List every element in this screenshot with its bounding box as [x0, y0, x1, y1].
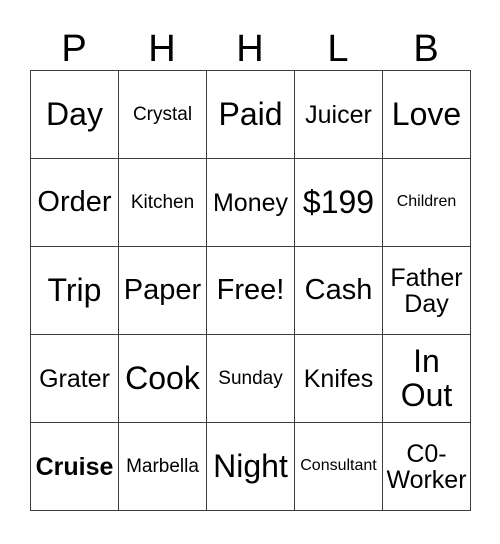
bingo-cell-label: Night: [213, 447, 288, 484]
bingo-cell-label: Day: [46, 95, 103, 132]
bingo-cell-label: Juicer: [305, 100, 372, 129]
bingo-cell[interactable]: Marbella: [118, 422, 207, 511]
bingo-cell[interactable]: Paid: [206, 70, 295, 159]
bingo-cell[interactable]: Crystal: [118, 70, 207, 159]
bingo-header-letter-2: H: [236, 28, 264, 70]
bingo-header-row: P H H L B: [30, 15, 470, 70]
bingo-cell-label: C0- Worker: [386, 439, 467, 494]
bingo-cell[interactable]: Trip: [30, 246, 119, 335]
bingo-cell[interactable]: Father Day: [382, 246, 471, 335]
bingo-row: Grater Cook Sunday Knifes In Out: [30, 334, 471, 423]
bingo-cell-label: Consultant: [300, 457, 377, 475]
bingo-grid: Day Crystal Paid Juicer Love Order Kitch…: [30, 70, 471, 511]
bingo-cell-label: Father Day: [390, 263, 463, 318]
bingo-row: Day Crystal Paid Juicer Love: [30, 70, 471, 159]
bingo-cell-label: Cash: [304, 274, 373, 307]
bingo-card: P H H L B Day Crystal Paid Juicer Love O…: [30, 15, 471, 511]
bingo-cell-label: Crystal: [132, 103, 193, 125]
bingo-header-letter-3: L: [327, 28, 349, 70]
bingo-cell[interactable]: Children: [382, 158, 471, 247]
bingo-cell-label: Sunday: [218, 367, 283, 389]
bingo-cell[interactable]: Night: [206, 422, 295, 511]
bingo-cell-label: Cruise: [35, 452, 114, 481]
bingo-cell[interactable]: Knifes: [294, 334, 383, 423]
bingo-cell[interactable]: Paper: [118, 246, 207, 335]
bingo-cell-label: Free!: [216, 274, 285, 307]
bingo-cell[interactable]: Cash: [294, 246, 383, 335]
bingo-cell[interactable]: Grater: [30, 334, 119, 423]
bingo-cell-label: Paid: [218, 95, 283, 132]
bingo-cell[interactable]: In Out: [382, 334, 471, 423]
bingo-cell-label: $199: [302, 183, 375, 220]
bingo-cell[interactable]: Cruise: [30, 422, 119, 511]
bingo-cell[interactable]: Kitchen: [118, 158, 207, 247]
bingo-cell[interactable]: C0- Worker: [382, 422, 471, 511]
bingo-cell-label: Trip: [47, 271, 102, 308]
bingo-row: Cruise Marbella Night Consultant C0- Wor…: [30, 422, 471, 511]
bingo-cell-label: Order: [37, 186, 112, 219]
bingo-cell[interactable]: Love: [382, 70, 471, 159]
bingo-cell-label: In Out: [400, 343, 453, 413]
bingo-header-letter-4: B: [413, 28, 439, 70]
bingo-cell-free[interactable]: Free!: [206, 246, 295, 335]
bingo-cell-label: Grater: [39, 364, 110, 393]
bingo-cell[interactable]: Day: [30, 70, 119, 159]
bingo-row: Order Kitchen Money $199 Children: [30, 158, 471, 247]
bingo-header-letter-0: P: [61, 28, 87, 70]
bingo-cell-label: Knifes: [303, 364, 374, 393]
bingo-cell[interactable]: Juicer: [294, 70, 383, 159]
bingo-cell[interactable]: Consultant: [294, 422, 383, 511]
bingo-cell[interactable]: Order: [30, 158, 119, 247]
bingo-cell-label: Kitchen: [130, 191, 195, 213]
bingo-cell-label: Love: [391, 95, 462, 132]
bingo-cell[interactable]: Sunday: [206, 334, 295, 423]
bingo-cell-label: Paper: [123, 274, 202, 307]
bingo-cell-label: Children: [396, 193, 457, 211]
bingo-cell-label: Money: [212, 188, 289, 217]
bingo-cell[interactable]: $199: [294, 158, 383, 247]
bingo-cell-label: Cook: [125, 359, 200, 396]
bingo-header-letter-1: H: [148, 28, 176, 70]
bingo-row: Trip Paper Free! Cash Father Day: [30, 246, 471, 335]
bingo-cell-label: Marbella: [126, 455, 199, 477]
bingo-cell[interactable]: Cook: [118, 334, 207, 423]
bingo-cell[interactable]: Money: [206, 158, 295, 247]
